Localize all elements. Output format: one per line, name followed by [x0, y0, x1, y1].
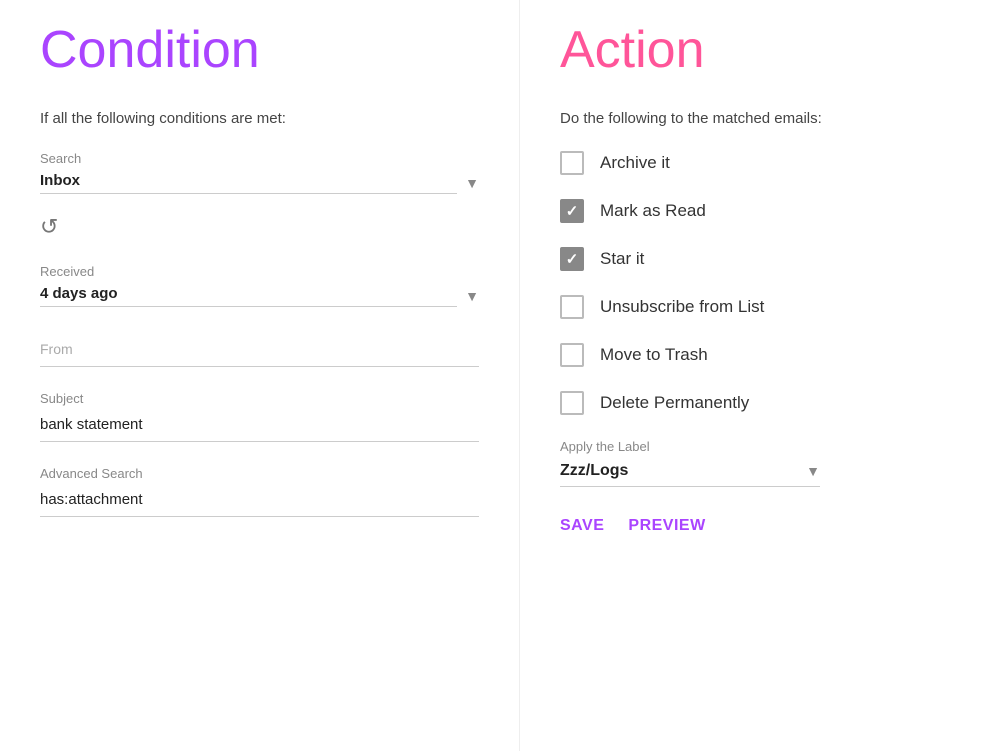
checkbox-unsubscribe[interactable]: Unsubscribe from List: [560, 295, 960, 319]
condition-title: Condition: [40, 20, 479, 80]
checkbox-unsubscribe-label: Unsubscribe from List: [600, 297, 764, 317]
search-label: Search: [40, 151, 479, 166]
checkbox-mark-read-box[interactable]: [560, 199, 584, 223]
checkbox-star[interactable]: Star it: [560, 247, 960, 271]
checkbox-star-box[interactable]: [560, 247, 584, 271]
checkbox-star-label: Star it: [600, 249, 644, 269]
advanced-search-field-group: Advanced Search: [40, 466, 479, 541]
checkbox-trash-box[interactable]: [560, 343, 584, 367]
checkbox-mark-read-label: Mark as Read: [600, 201, 706, 221]
subject-field-group: Subject: [40, 391, 479, 466]
checkbox-archive-box[interactable]: [560, 151, 584, 175]
condition-subtitle: If all the following conditions are met:: [40, 110, 479, 127]
condition-panel: Condition If all the following condition…: [0, 0, 520, 751]
label-dropdown-value: Zzz/Logs: [560, 462, 806, 480]
refresh-button[interactable]: ↺: [40, 214, 58, 240]
action-subtitle: Do the following to the matched emails:: [560, 110, 960, 127]
search-value: Inbox: [40, 172, 457, 194]
advanced-search-input[interactable]: [40, 487, 479, 517]
checkbox-delete-box[interactable]: [560, 391, 584, 415]
checkbox-trash[interactable]: Move to Trash: [560, 343, 960, 367]
action-panel: Action Do the following to the matched e…: [520, 0, 1000, 751]
checkbox-archive-label: Archive it: [600, 153, 670, 173]
received-dropdown[interactable]: 4 days ago ▼: [40, 285, 479, 307]
search-dropdown[interactable]: Inbox ▼: [40, 172, 479, 194]
search-field-group: Search Inbox ▼: [40, 151, 479, 194]
from-input[interactable]: [40, 337, 479, 367]
search-dropdown-arrow[interactable]: ▼: [465, 175, 479, 191]
action-title: Action: [560, 20, 960, 80]
advanced-search-label: Advanced Search: [40, 466, 479, 481]
checkbox-delete[interactable]: Delete Permanently: [560, 391, 960, 415]
save-button[interactable]: SAVE: [560, 517, 604, 535]
preview-button[interactable]: PREVIEW: [628, 517, 705, 535]
received-value: 4 days ago: [40, 285, 457, 307]
label-dropdown[interactable]: Zzz/Logs ▼: [560, 462, 820, 487]
checkbox-archive[interactable]: Archive it: [560, 151, 960, 175]
checkbox-delete-label: Delete Permanently: [600, 393, 749, 413]
received-label: Received: [40, 264, 479, 279]
apply-label-text: Apply the Label: [560, 439, 960, 454]
received-field-group: Received 4 days ago ▼: [40, 264, 479, 307]
received-dropdown-arrow[interactable]: ▼: [465, 288, 479, 304]
checkbox-mark-read[interactable]: Mark as Read: [560, 199, 960, 223]
checkbox-unsubscribe-box[interactable]: [560, 295, 584, 319]
checkbox-trash-label: Move to Trash: [600, 345, 708, 365]
subject-input[interactable]: [40, 412, 479, 442]
subject-label: Subject: [40, 391, 479, 406]
label-dropdown-arrow[interactable]: ▼: [806, 463, 820, 479]
action-buttons: SAVE PREVIEW: [560, 517, 960, 535]
